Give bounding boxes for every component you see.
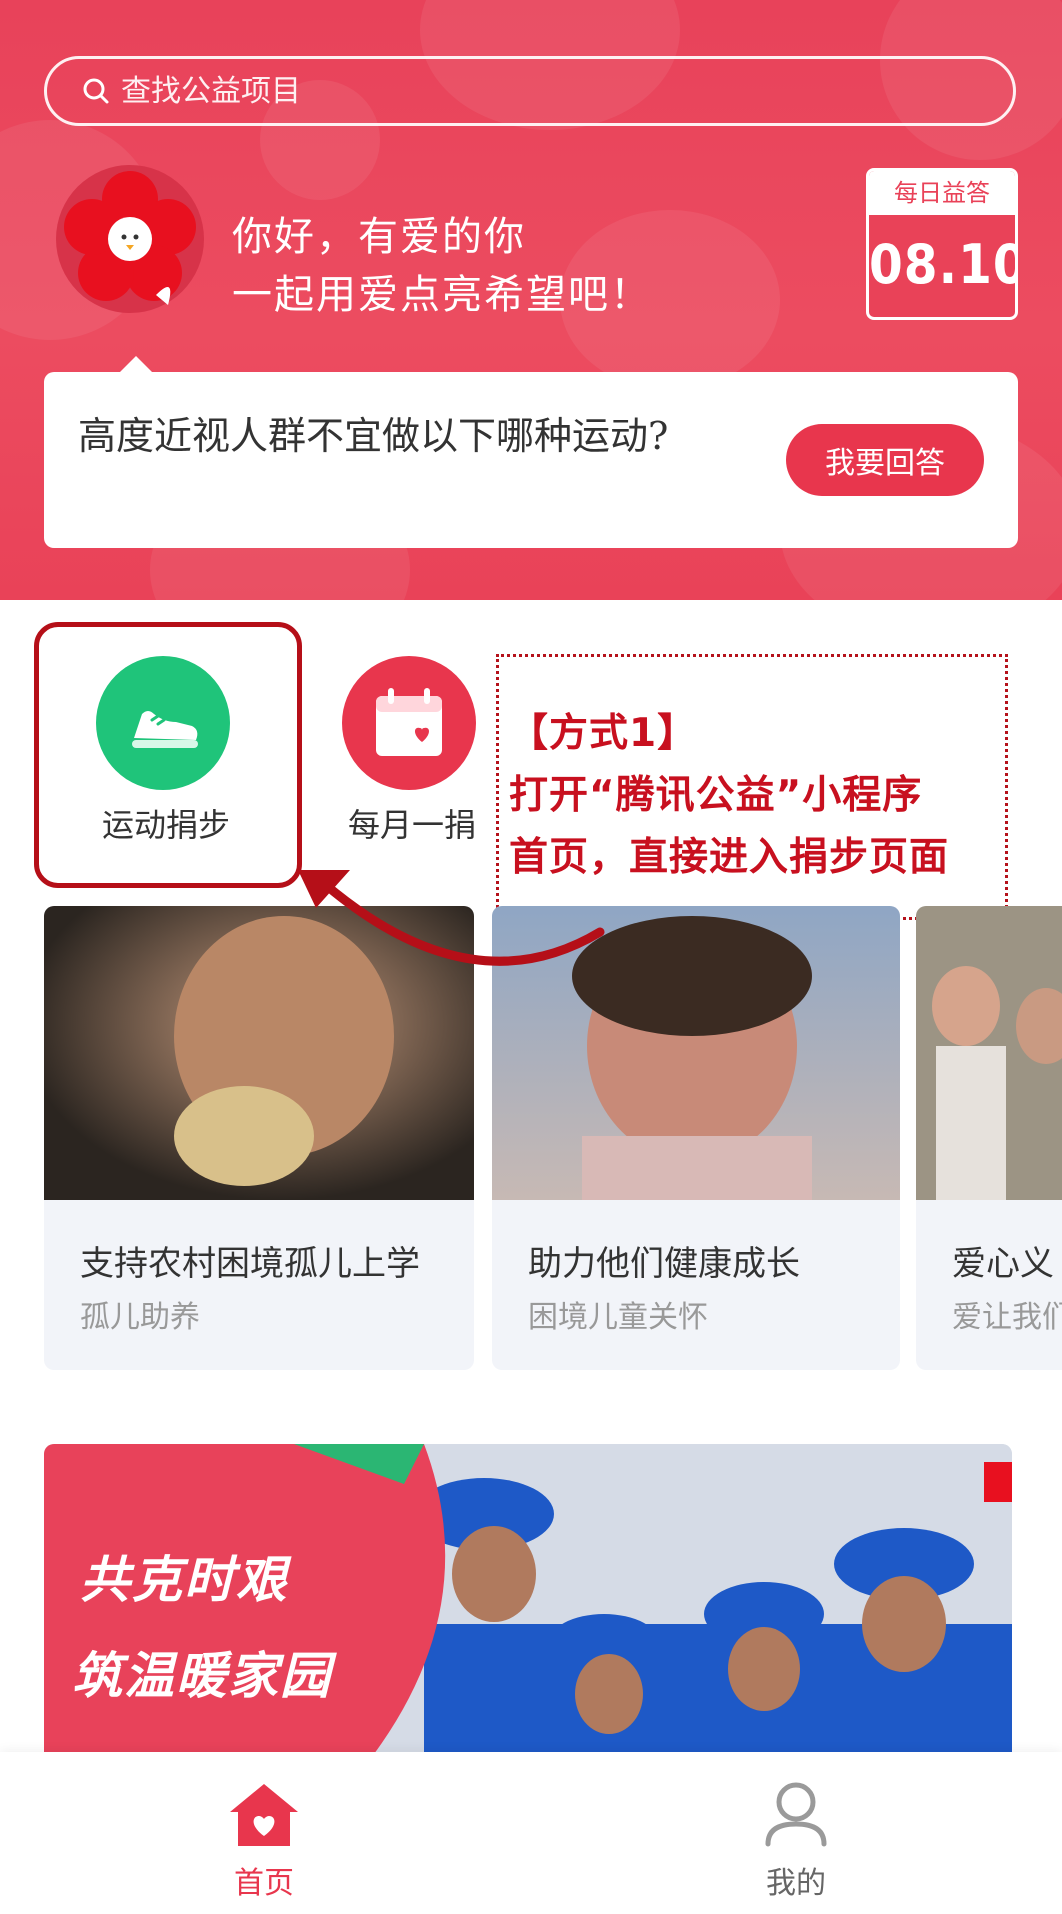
- daily-quiz-label: 每日益答: [869, 171, 1015, 215]
- question-text: 高度近视人群不宜做以下哪种运动?: [78, 414, 669, 458]
- mascot-avatar: [56, 165, 204, 313]
- search-input[interactable]: [121, 73, 921, 109]
- greeting-text: 你好，有爱的你 一起用爱点亮希望吧！: [232, 208, 652, 324]
- shortcut-monthly-donation[interactable]: [342, 656, 482, 790]
- annotation-arrow: [298, 870, 605, 966]
- project-title: 支持农村困境孤儿上学: [80, 1244, 420, 1284]
- daily-quiz-badge[interactable]: 每日益答 08.10: [866, 168, 1018, 320]
- question-card: 高度近视人群不宜做以下哪种运动? 我要回答: [44, 372, 1018, 548]
- tab-home-label: 首页: [234, 1866, 294, 1901]
- search-icon: [83, 78, 109, 104]
- greeting-line-2: 一起用爱点亮希望吧！: [232, 272, 652, 318]
- promo-banner[interactable]: 共克时艰 筑温暖家园: [44, 1444, 1012, 1754]
- project-subtitle: 孤儿助养: [80, 1300, 200, 1335]
- project-title: 助力他们健康成长: [528, 1244, 800, 1284]
- tab-bar: 首页 我的: [0, 1752, 1062, 1914]
- home-heart-icon: [230, 1784, 298, 1846]
- tab-me-label: 我的: [766, 1866, 826, 1901]
- calendar-heart-icon: [342, 656, 476, 790]
- shortcut-monthly-donation-label[interactable]: 每月一捐: [322, 800, 502, 846]
- search-bar[interactable]: [44, 56, 1016, 126]
- annotation-line-2: 打开“腾讯公益”小程序: [509, 773, 923, 818]
- header-banner: 你好，有爱的你 一起用爱点亮希望吧！ 每日益答 08.10 高度近视人群不宜做以…: [0, 0, 1062, 600]
- answer-button[interactable]: 我要回答: [786, 424, 984, 496]
- tab-home[interactable]: 首页: [164, 1778, 364, 1902]
- banner-line-1: 共克时艰: [80, 1551, 288, 1609]
- project-card[interactable]: 爱心义 爱让我们: [916, 906, 1062, 1370]
- project-subtitle: 困境儿童关怀: [528, 1300, 708, 1335]
- banner-line-2: 筑温暖家园: [72, 1647, 332, 1705]
- user-icon: [765, 1782, 827, 1847]
- project-title: 爱心义: [952, 1244, 1054, 1284]
- project-photo: [916, 906, 1062, 1200]
- greeting-line-1: 你好，有爱的你: [232, 214, 526, 260]
- tab-me[interactable]: 我的: [696, 1778, 896, 1902]
- daily-quiz-date: 08.10: [869, 233, 1018, 296]
- project-subtitle: 爱让我们: [952, 1300, 1062, 1335]
- highlight-frame: [34, 622, 302, 888]
- annotation-line-1: 【方式1】: [509, 711, 698, 756]
